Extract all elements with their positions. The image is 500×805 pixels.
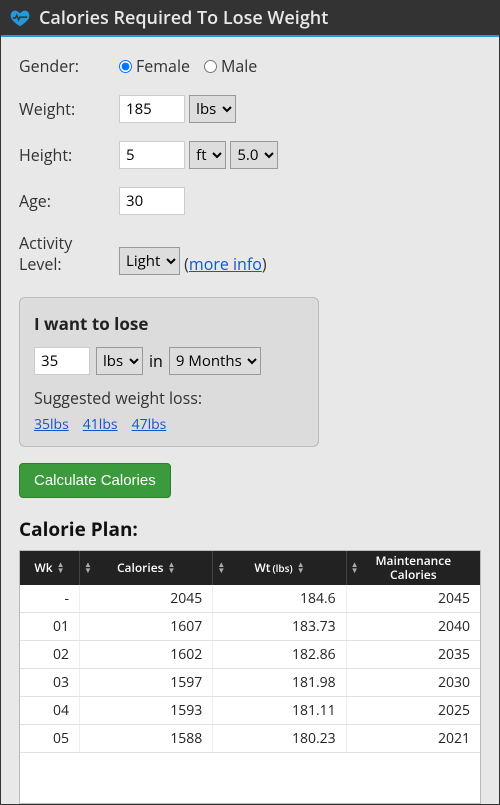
table-cell: 2040 bbox=[347, 613, 480, 640]
table-cell: 1602 bbox=[80, 641, 213, 668]
table-cell: 181.11 bbox=[213, 697, 346, 724]
age-label: Age: bbox=[19, 190, 119, 212]
table-cell: 04 bbox=[20, 697, 80, 724]
th-maint[interactable]: ▲▼ Maintenance Calories bbox=[347, 551, 480, 585]
table-cell: 05 bbox=[20, 725, 80, 752]
titlebar: Calories Required To Lose Weight bbox=[1, 1, 499, 37]
weight-unit-select[interactable]: lbs bbox=[189, 95, 236, 123]
sort-icon: ▲▼ bbox=[57, 562, 65, 574]
table-cell: 183.73 bbox=[213, 613, 346, 640]
table-cell: - bbox=[20, 585, 80, 612]
activity-select[interactable]: Light bbox=[119, 247, 180, 275]
height-input[interactable] bbox=[119, 141, 185, 169]
table-cell: 180.23 bbox=[213, 725, 346, 752]
goal-amount-input[interactable] bbox=[34, 347, 90, 375]
sort-icon: ▲▼ bbox=[167, 562, 175, 574]
height-unit-select[interactable]: ft bbox=[189, 141, 226, 169]
table-cell: 2021 bbox=[347, 725, 480, 752]
table-cell: 2045 bbox=[80, 585, 213, 612]
table-cell: 1597 bbox=[80, 669, 213, 696]
more-info-link[interactable]: more info bbox=[189, 253, 262, 275]
gender-female-radio[interactable]: Female bbox=[119, 55, 190, 77]
table-cell: 02 bbox=[20, 641, 80, 668]
height-label: Height: bbox=[19, 144, 119, 166]
goal-unit-select[interactable]: lbs bbox=[96, 347, 143, 375]
table-row[interactable]: -2045184.62045 bbox=[20, 585, 480, 613]
goal-input-row: lbs in 9 Months bbox=[34, 347, 304, 375]
goal-box: I want to lose lbs in 9 Months Suggested… bbox=[19, 297, 319, 447]
table-row[interactable]: 051588180.232021 bbox=[20, 725, 480, 753]
activity-label: ActivityLevel: bbox=[19, 233, 119, 275]
activity-row: ActivityLevel: Light (more info) bbox=[19, 233, 481, 275]
table-row[interactable]: 011607183.732040 bbox=[20, 613, 480, 641]
table-row[interactable]: 041593181.112025 bbox=[20, 697, 480, 725]
suggest-label: Suggested weight loss: bbox=[34, 387, 304, 409]
gender-male-input[interactable] bbox=[204, 60, 217, 73]
gender-male-radio[interactable]: Male bbox=[204, 55, 257, 77]
goal-title: I want to lose bbox=[34, 312, 304, 335]
calculate-button[interactable]: Calculate Calories bbox=[19, 463, 171, 498]
sort-icon: ▲▼ bbox=[84, 562, 92, 574]
gender-female-input[interactable] bbox=[119, 60, 132, 73]
height-row: Height: ft 5.0 bbox=[19, 141, 481, 169]
sort-icon: ▲▼ bbox=[351, 562, 359, 574]
gender-radio-group: Female Male bbox=[119, 55, 257, 77]
suggest-links: 35lbs 41lbs 47lbs bbox=[34, 415, 304, 434]
table-head: Wk ▲▼ ▲▼ Calories ▲▼ ▲▼ Wt(lbs) ▲▼ ▲▼ Ma… bbox=[20, 551, 480, 585]
app-window: Calories Required To Lose Weight Gender:… bbox=[0, 0, 500, 805]
table-cell: 182.86 bbox=[213, 641, 346, 668]
table-cell: 2035 bbox=[347, 641, 480, 668]
weight-label: Weight: bbox=[19, 98, 119, 120]
table-row[interactable]: 021602182.862035 bbox=[20, 641, 480, 669]
th-calories[interactable]: ▲▼ Calories ▲▼ bbox=[80, 551, 213, 585]
age-input[interactable] bbox=[119, 187, 185, 215]
sort-icon: ▲▼ bbox=[297, 562, 305, 574]
table-cell: 01 bbox=[20, 613, 80, 640]
app-title: Calories Required To Lose Weight bbox=[39, 6, 328, 30]
th-wt[interactable]: ▲▼ Wt(lbs) ▲▼ bbox=[213, 551, 346, 585]
gender-female-label: Female bbox=[136, 55, 190, 77]
table-cell: 2025 bbox=[347, 697, 480, 724]
table-cell: 1588 bbox=[80, 725, 213, 752]
more-info-wrap: (more info) bbox=[184, 253, 266, 275]
height-inches-select[interactable]: 5.0 bbox=[230, 141, 278, 169]
table-row[interactable]: 031597181.982030 bbox=[20, 669, 480, 697]
suggest-link-0[interactable]: 35lbs bbox=[34, 415, 69, 434]
weight-row: Weight: lbs bbox=[19, 95, 481, 123]
goal-in-label: in bbox=[149, 350, 163, 372]
age-row: Age: bbox=[19, 187, 481, 215]
table-cell: 2045 bbox=[347, 585, 480, 612]
table-cell: 1607 bbox=[80, 613, 213, 640]
table-cell: 2030 bbox=[347, 669, 480, 696]
gender-male-label: Male bbox=[221, 55, 257, 77]
table-cell: 184.6 bbox=[213, 585, 346, 612]
plan-table: Wk ▲▼ ▲▼ Calories ▲▼ ▲▼ Wt(lbs) ▲▼ ▲▼ Ma… bbox=[19, 550, 481, 804]
heart-pulse-icon bbox=[9, 7, 31, 29]
plan-heading: Calorie Plan: bbox=[19, 516, 481, 542]
content: Gender: Female Male Weight: lbs Heigh bbox=[1, 37, 499, 804]
goal-duration-select[interactable]: 9 Months bbox=[169, 347, 261, 375]
suggest-link-2[interactable]: 47lbs bbox=[132, 415, 167, 434]
suggest-link-1[interactable]: 41lbs bbox=[83, 415, 118, 434]
table-cell: 1593 bbox=[80, 697, 213, 724]
th-wk[interactable]: Wk ▲▼ bbox=[20, 551, 80, 585]
table-body[interactable]: -2045184.62045011607183.732040021602182.… bbox=[20, 585, 480, 803]
sort-icon: ▲▼ bbox=[217, 562, 225, 574]
gender-row: Gender: Female Male bbox=[19, 55, 481, 77]
gender-label: Gender: bbox=[19, 55, 119, 77]
table-cell: 181.98 bbox=[213, 669, 346, 696]
table-cell: 03 bbox=[20, 669, 80, 696]
weight-input[interactable] bbox=[119, 95, 185, 123]
